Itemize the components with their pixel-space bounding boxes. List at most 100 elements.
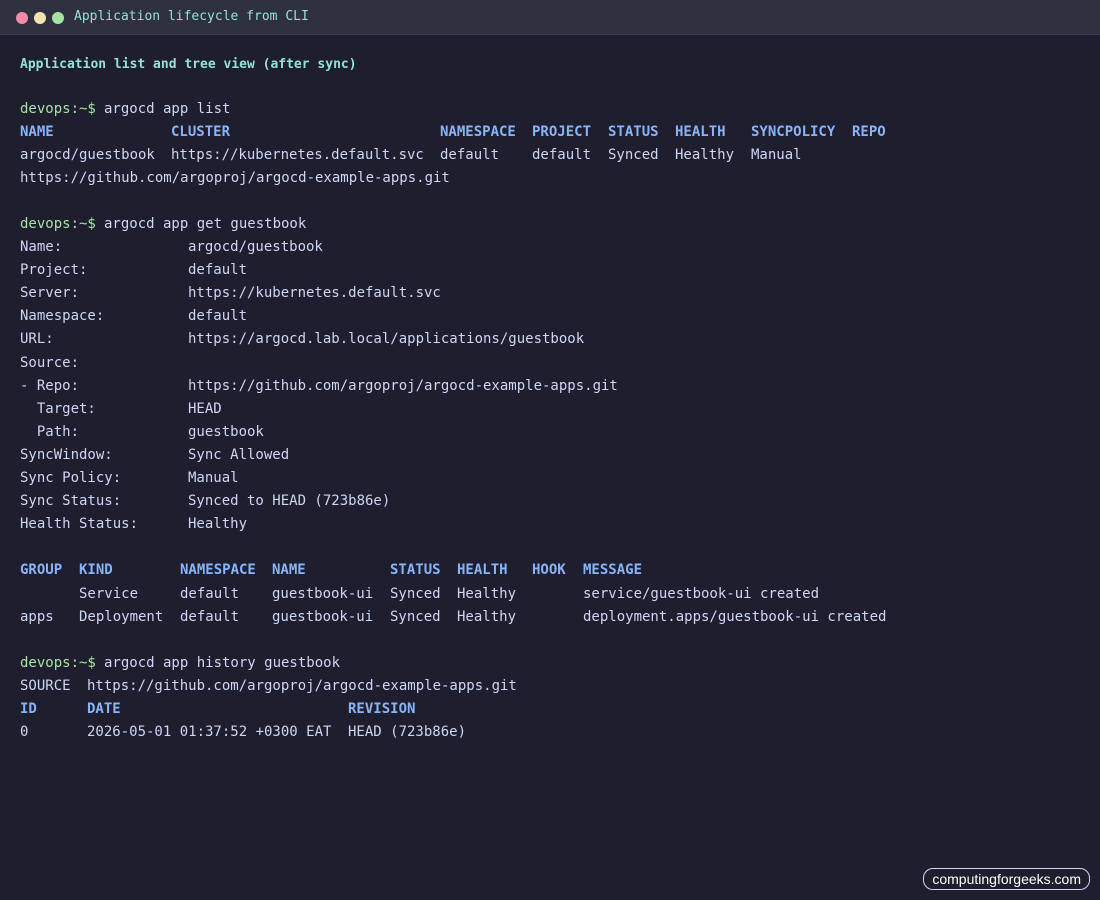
- window-titlebar: Application lifecycle from CLI: [0, 0, 1100, 35]
- column-header: NAMESPACE: [440, 124, 516, 140]
- shell-prompt: devops:~$: [20, 655, 96, 671]
- shell-prompt: devops:~$: [20, 216, 96, 232]
- detail-row: Path: guestbook: [20, 421, 1080, 444]
- command-line: devops:~$ argocd app get guestbook: [20, 213, 1080, 236]
- table-row-wrap: https://github.com/argoproj/argocd-examp…: [20, 167, 1080, 190]
- table-cell: Deployment: [79, 609, 164, 625]
- command-line: devops:~$ argocd app list: [20, 98, 1080, 121]
- detail-key: Namespace:: [20, 308, 105, 324]
- detail-row: Sync Policy: Manual: [20, 467, 1080, 490]
- detail-row: Sync Status: Synced to HEAD (723b86e): [20, 490, 1080, 513]
- detail-key: Server:: [20, 285, 80, 301]
- table-row: 0 2026-05-01 01:37:52 +0300 EAT HEAD (72…: [20, 721, 1080, 744]
- table-cell: service/guestbook-ui created: [583, 586, 820, 602]
- table-cell: deployment.apps/guestbook-ui created: [583, 609, 887, 625]
- detail-value: https://argocd.lab.local/applications/gu…: [188, 331, 585, 347]
- table-cell: Healthy: [457, 609, 517, 625]
- table-cell: Healthy: [675, 147, 735, 163]
- column-header: GROUP: [20, 562, 63, 578]
- detail-row: SyncWindow: Sync Allowed: [20, 444, 1080, 467]
- table-cell: default: [440, 147, 500, 163]
- detail-row: Source:: [20, 352, 1080, 375]
- command-line: devops:~$ argocd app history guestbook: [20, 652, 1080, 675]
- shell-prompt: devops:~$: [20, 101, 96, 117]
- repo-url: https://github.com/argoproj/argocd-examp…: [20, 170, 450, 186]
- detail-row: Server: https://kubernetes.default.svc: [20, 282, 1080, 305]
- column-header: CLUSTER: [171, 124, 231, 140]
- detail-value: HEAD: [188, 401, 222, 417]
- table-cell: HEAD (723b86e): [348, 724, 467, 740]
- table-cell: Healthy: [457, 586, 517, 602]
- table-cell: 0: [20, 724, 29, 740]
- table-cell: 2026-05-01 01:37:52 +0300 EAT: [87, 724, 332, 740]
- section-heading: Application list and tree view (after sy…: [20, 57, 357, 72]
- detail-value: Synced to HEAD (723b86e): [188, 493, 391, 509]
- detail-row: - Repo: https://github.com/argoproj/argo…: [20, 375, 1080, 398]
- column-header: KIND: [79, 562, 113, 578]
- detail-value: argocd/guestbook: [188, 239, 323, 255]
- maximize-window-button[interactable]: [52, 12, 64, 24]
- detail-value: Healthy: [188, 516, 248, 532]
- table-header-row: NAME CLUSTER NAMESPACE PROJECT STATUS HE…: [20, 121, 1080, 144]
- detail-value: https://github.com/argoproj/argocd-examp…: [188, 378, 618, 394]
- table-cell: Manual: [751, 147, 802, 163]
- table-cell: Synced: [390, 586, 441, 602]
- column-header: STATUS: [608, 124, 659, 140]
- table-header-row: GROUP KIND NAMESPACE NAME STATUS HEALTH …: [20, 559, 1080, 582]
- column-header: MESSAGE: [583, 562, 643, 578]
- command-text: argocd app get guestbook: [104, 216, 307, 232]
- column-header: HEALTH: [457, 562, 508, 578]
- column-header: HOOK: [532, 562, 566, 578]
- terminal-output[interactable]: Application list and tree view (after sy…: [20, 56, 1080, 756]
- detail-value: default: [188, 308, 248, 324]
- table-cell: guestbook-ui: [272, 586, 374, 602]
- detail-row: Health Status: Healthy: [20, 513, 1080, 536]
- column-header: REPO: [852, 124, 886, 140]
- table-cell: Synced: [608, 147, 659, 163]
- detail-key: Target:: [20, 401, 96, 417]
- detail-key: Name:: [20, 239, 63, 255]
- detail-key: URL:: [20, 331, 54, 347]
- detail-key: Sync Policy:: [20, 470, 122, 486]
- column-header: NAME: [20, 124, 54, 140]
- table-row: argocd/guestbook https://kubernetes.defa…: [20, 144, 1080, 167]
- detail-key: Health Status:: [20, 516, 139, 532]
- table-cell: guestbook-ui: [272, 609, 374, 625]
- minimize-window-button[interactable]: [34, 12, 46, 24]
- detail-value: https://kubernetes.default.svc: [188, 285, 441, 301]
- column-header: DATE: [87, 701, 121, 717]
- command-text: argocd app history guestbook: [104, 655, 341, 671]
- table-header-row: ID DATE REVISION: [20, 698, 1080, 721]
- table-cell: Synced: [390, 609, 441, 625]
- table-cell: argocd/guestbook: [20, 147, 155, 163]
- source-value: https://github.com/argoproj/argocd-examp…: [87, 678, 517, 694]
- history-source-row: SOURCE https://github.com/argoproj/argoc…: [20, 675, 1080, 698]
- command-text: argocd app list: [104, 101, 231, 117]
- table-cell: Service: [79, 586, 139, 602]
- detail-key: Project:: [20, 262, 88, 278]
- detail-row: Name: argocd/guestbook: [20, 236, 1080, 259]
- detail-row: Target: HEAD: [20, 398, 1080, 421]
- window-title: Application lifecycle from CLI: [74, 9, 309, 24]
- detail-row: Project: default: [20, 259, 1080, 282]
- detail-key: Sync Status:: [20, 493, 122, 509]
- detail-value: Sync Allowed: [188, 447, 290, 463]
- column-header: SYNCPOLICY: [751, 124, 836, 140]
- column-header: ID: [20, 701, 37, 717]
- detail-row: URL: https://argocd.lab.local/applicatio…: [20, 328, 1080, 351]
- table-cell: apps: [20, 609, 54, 625]
- site-watermark: computingforgeeks.com: [923, 868, 1090, 890]
- close-window-button[interactable]: [16, 12, 28, 24]
- detail-row: Namespace: default: [20, 305, 1080, 328]
- column-header: NAME: [272, 562, 306, 578]
- table-cell: default: [180, 609, 240, 625]
- column-header: PROJECT: [532, 124, 592, 140]
- table-row: apps Deployment default guestbook-ui Syn…: [20, 606, 1080, 629]
- detail-key: - Repo:: [20, 378, 80, 394]
- column-header: HEALTH: [675, 124, 726, 140]
- detail-value: Manual: [188, 470, 239, 486]
- table-cell: default: [532, 147, 592, 163]
- detail-value: guestbook: [188, 424, 264, 440]
- source-label: SOURCE: [20, 678, 71, 694]
- detail-value: default: [188, 262, 248, 278]
